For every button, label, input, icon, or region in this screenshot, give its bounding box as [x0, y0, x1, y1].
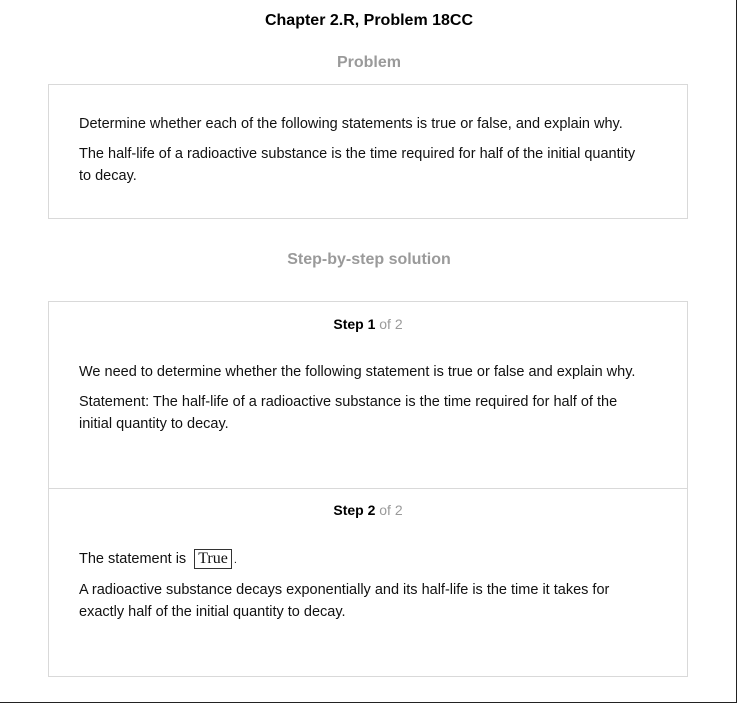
step-2-paragraph-1: A radioactive substance decays exponenti…: [79, 582, 610, 620]
step-1-paragraph-1: We need to determine whether the followi…: [79, 364, 636, 380]
answer-prefix: The statement is: [79, 551, 187, 567]
step-1-label: Step 1: [333, 316, 376, 332]
step-divider: [49, 488, 687, 489]
step-2-answer-line: The statement is True.: [79, 548, 651, 571]
problem-box: Determine whether each of the following …: [48, 84, 688, 219]
step-1-paragraph-2: Statement: The half-life of a radioactiv…: [79, 394, 618, 432]
step-1-content: We need to determine whether the followi…: [79, 361, 651, 435]
step-2-total: of 2: [379, 502, 403, 518]
answer-box: True: [194, 549, 232, 570]
problem-instruction: Determine whether each of the following …: [79, 116, 623, 132]
problem-heading: Problem: [336, 54, 401, 71]
step-2-header: Step 2 of 2: [49, 502, 687, 518]
answer-suffix: .: [233, 554, 237, 566]
page-title: Chapter 2.R, Problem 18CC: [264, 12, 474, 29]
step-1-header: Step 1 of 2: [49, 316, 687, 332]
step-2-label: Step 2: [333, 502, 376, 518]
problem-content: Determine whether each of the following …: [79, 113, 651, 187]
solution-heading: Step-by-step solution: [287, 251, 451, 268]
step-1-total: of 2: [379, 316, 403, 332]
problem-statement: The half-life of a radioactive substance…: [79, 146, 636, 184]
step-2-content: The statement is True. A radioactive subs…: [79, 548, 651, 623]
solution-box: Step 1 of 2 We need to determine whether…: [48, 301, 688, 677]
